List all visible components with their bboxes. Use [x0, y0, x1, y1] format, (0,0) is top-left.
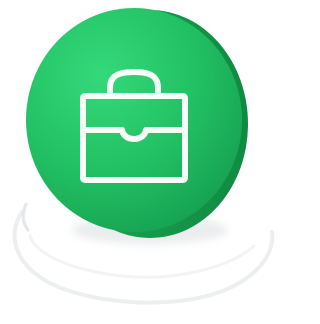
illustration-canvas [12, 8, 275, 305]
coin-face [26, 8, 242, 232]
ring-segment-left [21, 202, 30, 232]
briefcase-coin-illustration [0, 0, 285, 324]
